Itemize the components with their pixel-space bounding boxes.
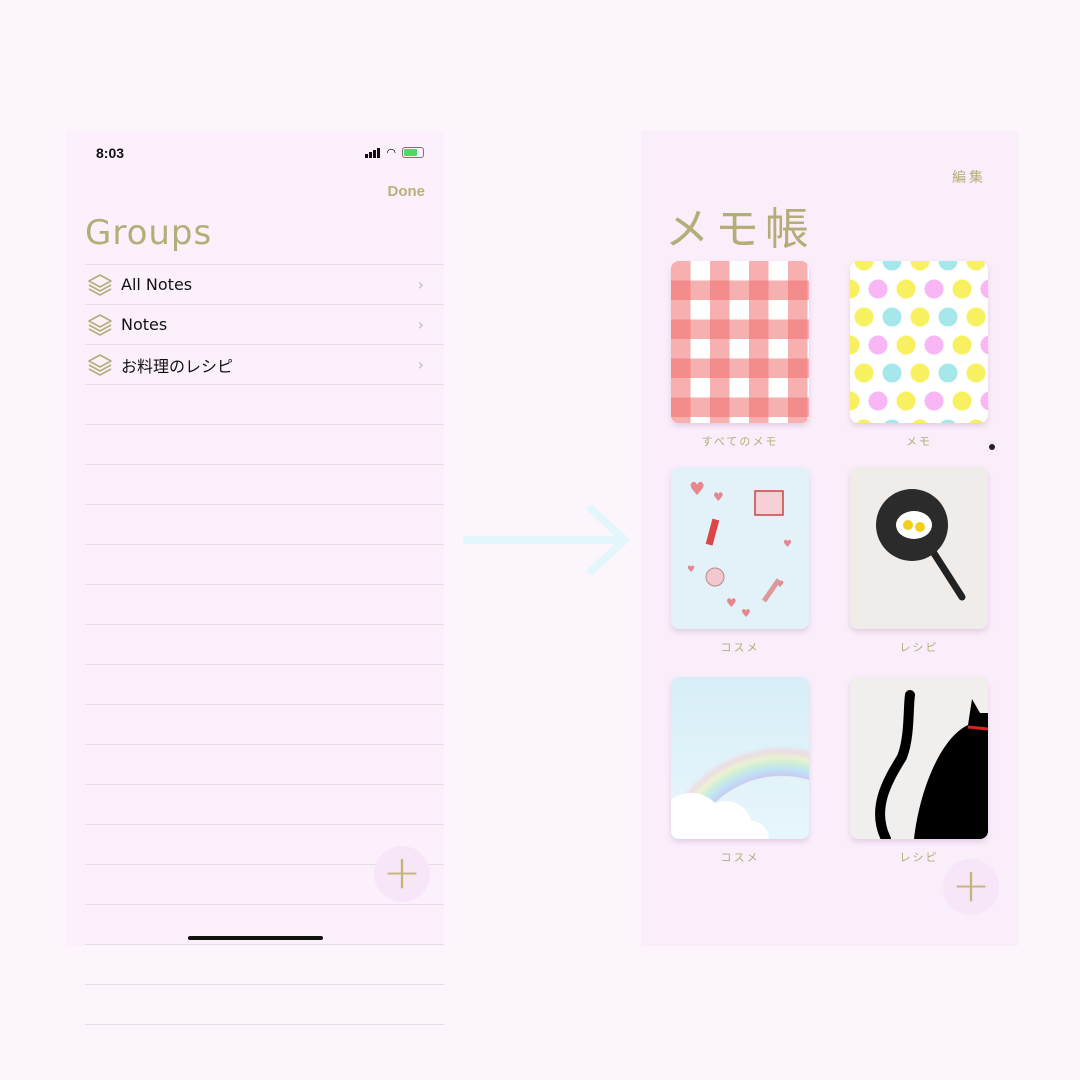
- done-button[interactable]: Done: [388, 183, 426, 200]
- folder-label: すべてのメモ: [701, 435, 779, 448]
- group-row[interactable]: Notes ›: [85, 304, 444, 344]
- home-indicator: [188, 936, 323, 940]
- page-title: Groups: [85, 213, 213, 253]
- empty-row: [85, 1024, 444, 1064]
- empty-row: [85, 464, 444, 504]
- svg-text:♥: ♥: [783, 539, 792, 550]
- svg-text:♥: ♥: [687, 565, 695, 575]
- black-cat-illustration: [875, 690, 988, 839]
- group-label: お料理のレシピ: [121, 356, 234, 376]
- add-button[interactable]: +: [943, 859, 999, 915]
- page-title: メモ帳: [665, 204, 815, 255]
- layers-icon: [87, 352, 113, 378]
- svg-text:♥: ♥: [689, 479, 705, 500]
- layers-icon: [87, 312, 113, 338]
- empty-row: [85, 584, 444, 624]
- indicator-dot: [989, 444, 995, 450]
- empty-row: [85, 664, 444, 704]
- empty-row: [85, 944, 444, 984]
- empty-row: [85, 704, 444, 744]
- cloud-illustration: [671, 793, 769, 839]
- empty-row: [85, 744, 444, 784]
- svg-text:♥: ♥: [713, 490, 724, 504]
- folder-label: コスメ: [720, 641, 760, 654]
- status-time: 8:03: [96, 145, 125, 161]
- groups-list: All Notes › Notes › お料理のレシピ ›: [85, 264, 444, 1064]
- folder-label: レシピ: [899, 641, 939, 654]
- empty-row: [85, 784, 444, 824]
- chevron-right-icon: ›: [417, 315, 424, 334]
- folder-cosme[interactable]: ♥ ♥ ♥ ♥ ♥ ♥ ♥: [671, 467, 809, 629]
- status-icons: ◠: [365, 146, 424, 159]
- folder-recipe[interactable]: [850, 467, 988, 629]
- edit-button[interactable]: 編集: [952, 167, 986, 187]
- chevron-right-icon: ›: [417, 275, 424, 294]
- memo-screen: 編集 メモ帳 すべてのメモ メモ ♥ ♥ ♥ ♥ ♥ ♥ ♥ コスメ レシピ コスメ レシピ…: [641, 131, 1018, 946]
- group-label: Notes: [121, 315, 168, 334]
- signal-icon: [365, 147, 381, 158]
- svg-text:♥: ♥: [741, 607, 751, 620]
- folder-cosme-2[interactable]: [671, 677, 809, 839]
- arrow-icon: [463, 505, 629, 575]
- folder-all-notes[interactable]: [671, 261, 809, 423]
- folder-label: コスメ: [720, 851, 760, 864]
- add-button[interactable]: +: [374, 846, 430, 902]
- battery-icon: [402, 147, 424, 158]
- svg-text:♥: ♥: [726, 596, 737, 610]
- groups-screen: 8:03 ◠ Done Groups All Notes › Notes › お料理のレ…: [66, 131, 444, 1025]
- group-row[interactable]: お料理のレシピ ›: [85, 344, 444, 384]
- empty-row: [85, 984, 444, 1024]
- empty-row: [85, 544, 444, 584]
- chevron-right-icon: ›: [417, 355, 424, 374]
- layers-icon: [87, 272, 113, 298]
- group-label: All Notes: [121, 275, 193, 294]
- group-row[interactable]: All Notes ›: [85, 264, 444, 304]
- folder-recipe-2[interactable]: [850, 677, 988, 839]
- empty-row: [85, 424, 444, 464]
- empty-row: [85, 384, 444, 424]
- empty-row: [85, 624, 444, 664]
- empty-row: [85, 504, 444, 544]
- folder-memo[interactable]: [850, 261, 988, 423]
- wifi-icon: ◠: [386, 146, 396, 159]
- folder-label: メモ: [906, 435, 932, 448]
- frying-pan-illustration: [876, 489, 966, 601]
- cosmetics-illustration: ♥ ♥♥♥♥♥♥: [687, 479, 792, 620]
